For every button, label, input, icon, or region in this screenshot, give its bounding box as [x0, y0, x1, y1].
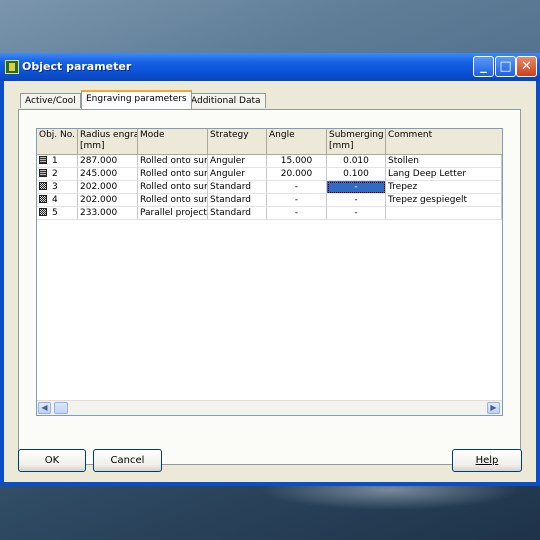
cell-mode[interactable]: Parallel projecti: [138, 207, 208, 220]
cell-mode[interactable]: Rolled onto surf: [138, 168, 208, 181]
obj-no-value: 2: [52, 169, 58, 179]
cell-comment[interactable]: [386, 207, 502, 220]
cell-angle[interactable]: -: [267, 207, 327, 220]
cell-no[interactable]: 3: [37, 181, 78, 194]
horizontal-scrollbar[interactable]: ◀ ▶: [37, 400, 502, 415]
tab-additional-data[interactable]: Additional Data: [186, 93, 266, 108]
title-bar[interactable]: Object parameter _ □ ✕: [0, 53, 540, 81]
dotted-grid-icon: [39, 208, 47, 216]
dialog-client-area: Active/Cool Engraving parameters Additio…: [4, 81, 536, 482]
cell-radius[interactable]: 233.000: [78, 207, 138, 220]
cell-strategy[interactable]: Standard: [208, 207, 267, 220]
cell-radius[interactable]: 202.000: [78, 181, 138, 194]
scroll-left-button[interactable]: ◀: [38, 402, 51, 414]
cell-strategy[interactable]: Anguler: [208, 168, 267, 181]
table-row[interactable]: 5 233.000 Parallel projecti Standard - -: [37, 207, 502, 220]
header-obj-no[interactable]: Obj. No.: [37, 129, 78, 154]
cell-strategy[interactable]: Standard: [208, 181, 267, 194]
cell-submerging[interactable]: 0.010: [327, 155, 386, 168]
header-mode[interactable]: Mode: [138, 129, 208, 154]
scroll-thumb[interactable]: [54, 402, 68, 414]
ok-button[interactable]: OK: [18, 449, 86, 472]
table-row[interactable]: 1 287.000 Rolled onto surf Anguler 15.000 0.0…: [37, 155, 502, 168]
obj-no-value: 5: [52, 208, 58, 218]
minimize-button[interactable]: _: [473, 56, 494, 77]
maximize-button[interactable]: □: [495, 56, 516, 77]
help-button-label: Help: [475, 455, 499, 466]
window-title: Object parameter: [22, 60, 132, 73]
cell-radius[interactable]: 245.000: [78, 168, 138, 181]
cancel-button[interactable]: Cancel: [93, 449, 162, 472]
cell-submerging[interactable]: -: [327, 181, 386, 194]
table-row[interactable]: 3 202.000 Rolled onto surf Standard - - Trepez: [37, 181, 502, 194]
cell-strategy[interactable]: Anguler: [208, 155, 267, 168]
cell-submerging[interactable]: -: [327, 207, 386, 220]
cell-radius[interactable]: 287.000: [78, 155, 138, 168]
scroll-right-button[interactable]: ▶: [487, 402, 500, 414]
dotted-grid-icon: [39, 195, 47, 203]
table-row[interactable]: 2 245.000 Rolled onto surf Anguler 20.000 0.1…: [37, 168, 502, 181]
cell-mode[interactable]: Rolled onto surf: [138, 155, 208, 168]
header-comment[interactable]: Comment: [386, 129, 502, 154]
parameter-table[interactable]: Obj. No. Radius engra [mm] Mode Strategy…: [36, 128, 503, 416]
cell-strategy[interactable]: Standard: [208, 194, 267, 207]
obj-no-value: 3: [52, 182, 58, 192]
header-angle[interactable]: Angle: [267, 129, 327, 154]
cell-angle[interactable]: 15.000: [267, 155, 327, 168]
cell-mode[interactable]: Rolled onto surf: [138, 181, 208, 194]
cell-comment[interactable]: Lang Deep Letter: [386, 168, 502, 181]
engraving-parameters-panel: Obj. No. Radius engra [mm] Mode Strategy…: [18, 109, 521, 465]
obj-no-value: 4: [52, 195, 58, 205]
help-button[interactable]: Help: [452, 449, 522, 472]
cell-angle[interactable]: -: [267, 181, 327, 194]
table-header: Obj. No. Radius engra [mm] Mode Strategy…: [37, 129, 502, 155]
cell-no[interactable]: 2: [37, 168, 78, 181]
dotted-grid-icon: [39, 182, 47, 190]
cell-mode[interactable]: Rolled onto surf: [138, 194, 208, 207]
cell-comment[interactable]: Stollen: [386, 155, 502, 168]
header-strategy[interactable]: Strategy: [208, 129, 267, 154]
cell-no[interactable]: 4: [37, 194, 78, 207]
header-submerging[interactable]: Submerging [mm]: [327, 129, 386, 154]
cell-no[interactable]: 1: [37, 155, 78, 168]
cell-angle[interactable]: 20.000: [267, 168, 327, 181]
header-radius[interactable]: Radius engra [mm]: [78, 129, 138, 154]
grid-icon: [39, 156, 47, 164]
object-parameter-dialog: Object parameter _ □ ✕ Active/Cool Engra…: [0, 53, 540, 486]
cell-comment[interactable]: Trepez gespiegelt: [386, 194, 502, 207]
cell-comment[interactable]: Trepez: [386, 181, 502, 194]
table-row[interactable]: 4 202.000 Rolled onto surf Standard - - Trepez…: [37, 194, 502, 207]
tab-active-cool[interactable]: Active/Cool: [20, 93, 81, 108]
cell-submerging[interactable]: -: [327, 194, 386, 207]
grid-icon: [39, 169, 47, 177]
close-button[interactable]: ✕: [516, 56, 537, 77]
cell-radius[interactable]: 202.000: [78, 194, 138, 207]
cell-no[interactable]: 5: [37, 207, 78, 220]
app-icon: [5, 60, 19, 74]
cell-angle[interactable]: -: [267, 194, 327, 207]
cell-submerging[interactable]: 0.100: [327, 168, 386, 181]
tab-engraving-parameters[interactable]: Engraving parameters: [81, 90, 192, 109]
obj-no-value: 1: [52, 156, 58, 166]
